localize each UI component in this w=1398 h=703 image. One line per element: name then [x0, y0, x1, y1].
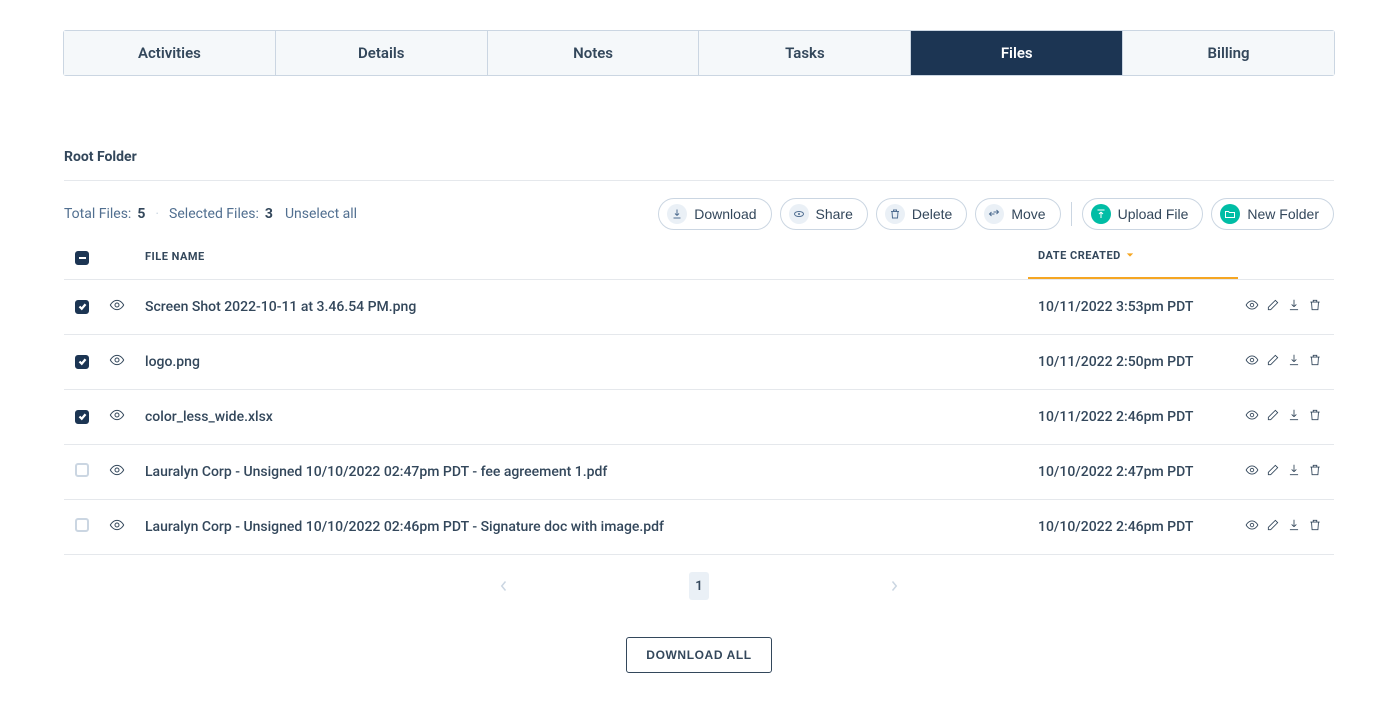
col-file-name[interactable]: FILE NAME	[145, 250, 1038, 263]
trash-icon[interactable]	[1308, 408, 1322, 426]
trash-icon[interactable]	[1308, 463, 1322, 481]
download-icon[interactable]	[1287, 353, 1301, 371]
table-row: color_less_wide.xlsx10/11/2022 2:46pm PD…	[64, 390, 1334, 445]
select-all-checkbox[interactable]	[75, 251, 89, 265]
file-name[interactable]: Lauralyn Corp - Unsigned 10/10/2022 02:4…	[145, 464, 1038, 480]
tab-details[interactable]: Details	[276, 31, 488, 75]
file-stats: Total Files: 5 · Selected Files: 3 Unsel…	[64, 206, 357, 222]
page-number[interactable]: 1	[689, 572, 709, 600]
table-header: FILE NAME DATE CREATED	[64, 247, 1334, 280]
move-icon	[984, 204, 1004, 224]
move-label: Move	[1011, 206, 1045, 222]
stats-separator: ·	[155, 206, 159, 222]
file-name[interactable]: Screen Shot 2022-10-11 at 3.46.54 PM.png	[145, 299, 1038, 315]
visibility-icon[interactable]	[109, 466, 125, 482]
visibility-icon[interactable]	[109, 411, 125, 427]
share-button[interactable]: Share	[780, 198, 868, 230]
tab-tasks[interactable]: Tasks	[699, 31, 911, 75]
selected-files-label: Selected Files:	[169, 206, 259, 222]
file-date: 10/10/2022 2:47pm PDT	[1038, 464, 1238, 480]
visibility-icon[interactable]	[109, 521, 125, 537]
next-page-button[interactable]	[879, 571, 909, 601]
file-date: 10/10/2022 2:46pm PDT	[1038, 519, 1238, 535]
download-icon[interactable]	[1287, 408, 1301, 426]
row-checkbox[interactable]	[75, 410, 89, 424]
table-row: logo.png10/11/2022 2:50pm PDT	[64, 335, 1334, 390]
toolbar-actions: Download Share Delete Move Upload F	[658, 198, 1334, 230]
trash-icon[interactable]	[1308, 353, 1322, 371]
upload-file-label: Upload File	[1118, 206, 1189, 222]
view-icon[interactable]	[1245, 518, 1259, 536]
col-date-created[interactable]: DATE CREATED	[1038, 249, 1238, 264]
row-checkbox[interactable]	[75, 355, 89, 369]
prev-page-button[interactable]	[489, 571, 519, 601]
pagination: 1	[64, 555, 1334, 617]
trash-icon[interactable]	[1308, 298, 1322, 316]
files-card: Root Folder Total Files: 5 · Selected Fi…	[32, 109, 1366, 703]
edit-icon[interactable]	[1266, 298, 1280, 316]
files-table-body: Screen Shot 2022-10-11 at 3.46.54 PM.png…	[64, 280, 1334, 555]
file-name[interactable]: Lauralyn Corp - Unsigned 10/10/2022 02:4…	[145, 519, 1038, 535]
sort-desc-icon	[1126, 251, 1134, 259]
tab-files[interactable]: Files	[911, 31, 1123, 75]
selected-files-value: 3	[265, 206, 273, 222]
download-button[interactable]: Download	[658, 198, 771, 230]
folder-title: Root Folder	[64, 149, 1334, 181]
row-checkbox[interactable]	[75, 300, 89, 314]
view-icon[interactable]	[1245, 408, 1259, 426]
tab-billing[interactable]: Billing	[1123, 31, 1334, 75]
upload-icon	[1091, 204, 1111, 224]
visibility-icon[interactable]	[109, 301, 125, 317]
delete-button[interactable]: Delete	[876, 198, 967, 230]
view-icon[interactable]	[1245, 463, 1259, 481]
upload-file-button[interactable]: Upload File	[1082, 198, 1204, 230]
edit-icon[interactable]	[1266, 518, 1280, 536]
toolbar-divider	[1071, 202, 1072, 226]
tab-notes[interactable]: Notes	[488, 31, 700, 75]
share-label: Share	[816, 206, 853, 222]
download-icon[interactable]	[1287, 463, 1301, 481]
delete-label: Delete	[912, 206, 952, 222]
download-label: Download	[694, 206, 756, 222]
edit-icon[interactable]	[1266, 353, 1280, 371]
visibility-icon[interactable]	[109, 356, 125, 372]
share-icon	[789, 204, 809, 224]
move-button[interactable]: Move	[975, 198, 1060, 230]
view-icon[interactable]	[1245, 353, 1259, 371]
row-checkbox[interactable]	[75, 518, 89, 532]
table-row: Screen Shot 2022-10-11 at 3.46.54 PM.png…	[64, 280, 1334, 335]
new-folder-button[interactable]: New Folder	[1211, 198, 1334, 230]
tab-activities[interactable]: Activities	[64, 31, 276, 75]
total-files-value: 5	[137, 206, 145, 222]
tabs-container: Activities Details Notes Tasks Files Bil…	[63, 30, 1335, 76]
file-date: 10/11/2022 2:50pm PDT	[1038, 354, 1238, 370]
download-icon	[667, 204, 687, 224]
row-checkbox[interactable]	[75, 463, 89, 477]
file-name[interactable]: logo.png	[145, 354, 1038, 370]
total-files-label: Total Files:	[64, 206, 131, 222]
file-date: 10/11/2022 2:46pm PDT	[1038, 409, 1238, 425]
table-row: Lauralyn Corp - Unsigned 10/10/2022 02:4…	[64, 445, 1334, 500]
trash-icon	[885, 204, 905, 224]
col-date-created-label: DATE CREATED	[1038, 249, 1121, 262]
edit-icon[interactable]	[1266, 408, 1280, 426]
table-row: Lauralyn Corp - Unsigned 10/10/2022 02:4…	[64, 500, 1334, 555]
trash-icon[interactable]	[1308, 518, 1322, 536]
view-icon[interactable]	[1245, 298, 1259, 316]
file-date: 10/11/2022 3:53pm PDT	[1038, 299, 1238, 315]
edit-icon[interactable]	[1266, 463, 1280, 481]
unselect-all-link[interactable]: Unselect all	[285, 206, 357, 222]
download-icon[interactable]	[1287, 518, 1301, 536]
download-icon[interactable]	[1287, 298, 1301, 316]
download-all-button[interactable]: DOWNLOAD ALL	[626, 637, 771, 673]
new-folder-label: New Folder	[1247, 206, 1319, 222]
file-name[interactable]: color_less_wide.xlsx	[145, 409, 1038, 425]
folder-icon	[1220, 204, 1240, 224]
